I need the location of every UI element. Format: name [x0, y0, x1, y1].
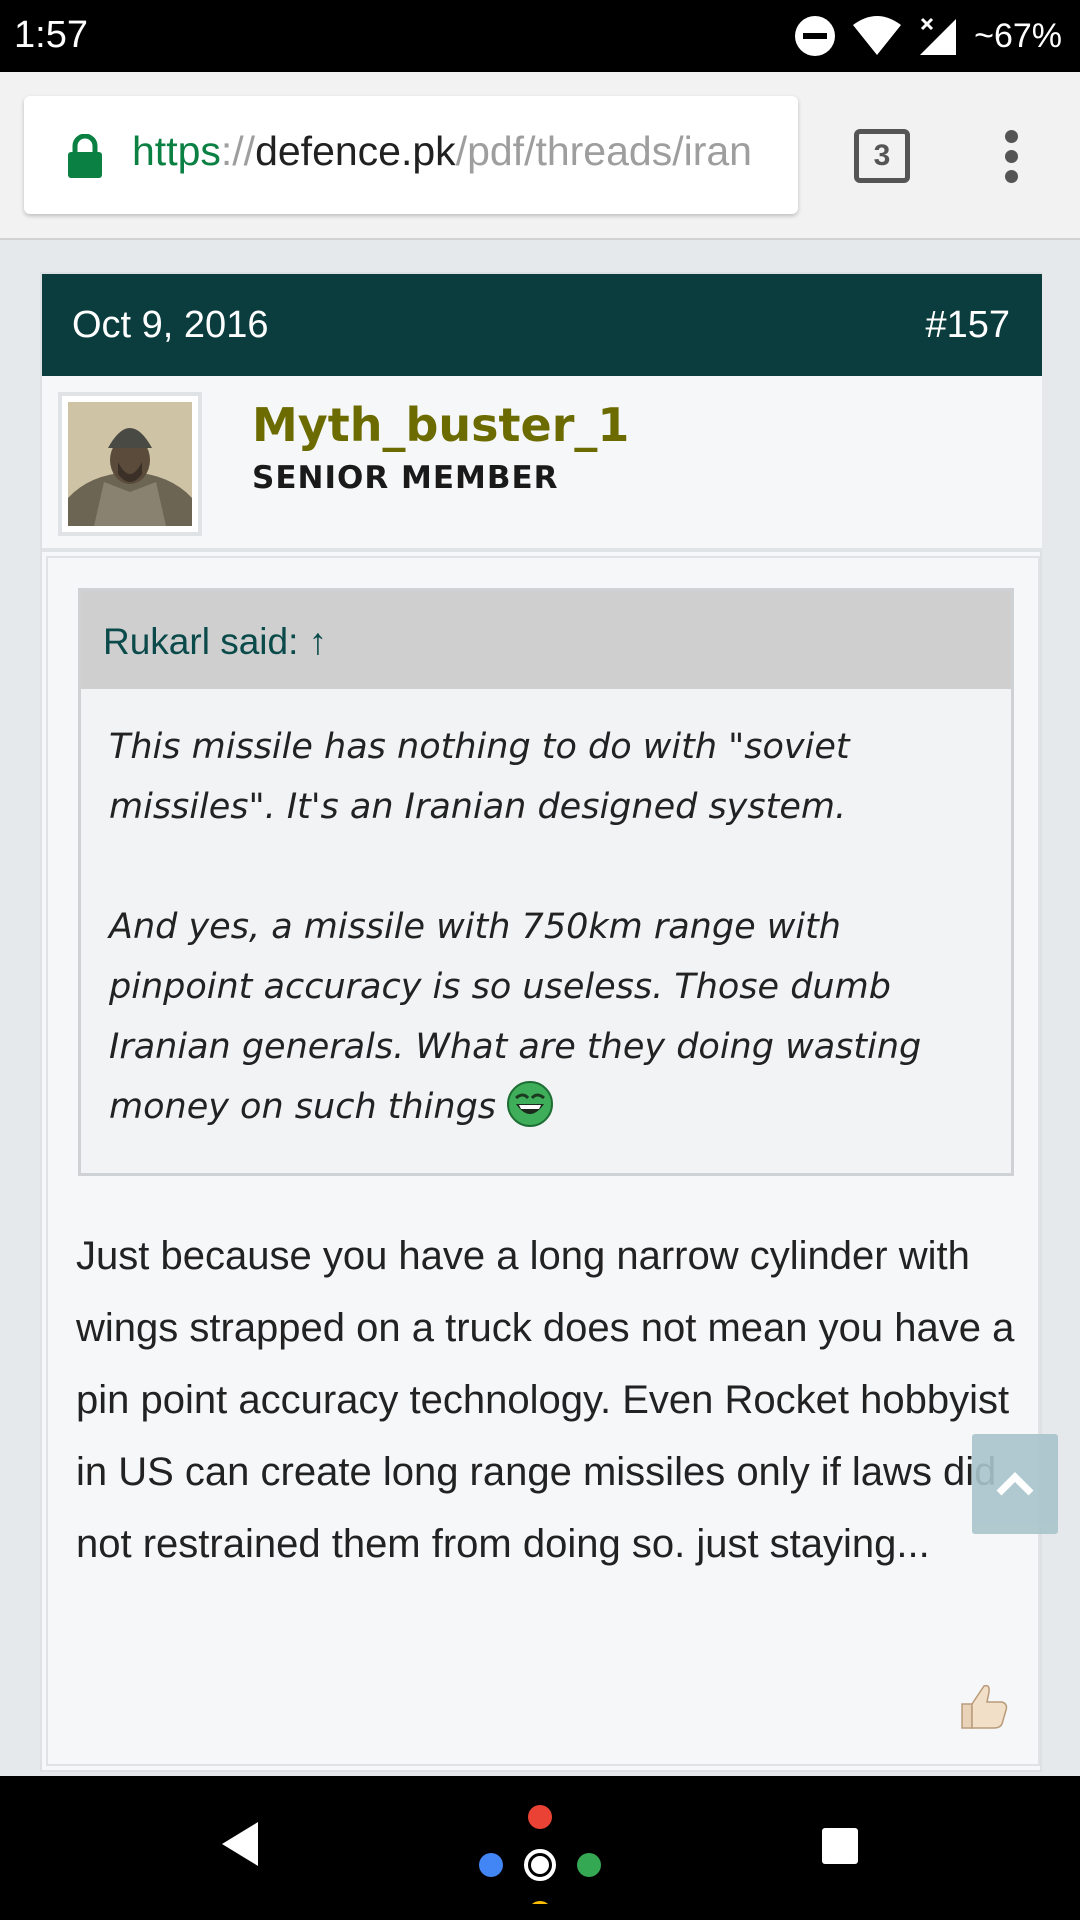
post-number-link[interactable]: #157 — [925, 304, 1010, 347]
post-header: Oct 9, 2016 #157 — [42, 274, 1042, 376]
url-separator: :// — [220, 128, 256, 174]
thumbs-up-icon[interactable] — [958, 1680, 1010, 1732]
quote-block: Rukarl said: ↑ This missile has nothing … — [78, 588, 1014, 1176]
post-body: Rukarl said: ↑ This missile has nothing … — [46, 556, 1040, 1766]
status-bar: 1:57 ~67% — [0, 0, 1080, 72]
quote-author-link[interactable]: Rukarl said: ↑ — [103, 621, 327, 663]
quote-content: This missile has nothing to do with "sov… — [81, 689, 1011, 1173]
avatar[interactable] — [58, 392, 202, 536]
battery-text: ~67% — [974, 16, 1062, 55]
overflow-menu-icon[interactable] — [1000, 130, 1022, 184]
status-icons: ~67% — [794, 10, 1062, 62]
author-title: SENIOR MEMBER — [252, 460, 559, 496]
url-bar[interactable]: https://defence.pk/pdf/threads/iran — [24, 96, 798, 214]
avatar-image — [68, 402, 192, 526]
do-not-disturb-icon — [795, 16, 836, 56]
browser-toolbar: https://defence.pk/pdf/threads/iran 3 — [0, 72, 1080, 240]
status-time: 1:57 — [14, 14, 88, 56]
url-path: /pdf/threads/iran — [455, 128, 752, 174]
quote-header: Rukarl said: ↑ — [81, 591, 1011, 689]
post-author-row: Myth_buster_1 SENIOR MEMBER — [42, 376, 1042, 552]
url-text[interactable]: https://defence.pk/pdf/threads/iran — [132, 128, 792, 175]
quote-paragraph: And yes, a missile with 750km range with… — [109, 897, 983, 1137]
quote-paragraph: This missile has nothing to do with "sov… — [109, 727, 850, 827]
navigation-bar — [0, 1776, 1080, 1920]
lock-icon — [68, 134, 102, 178]
url-host: defence.pk — [255, 128, 456, 174]
tab-switcher-button[interactable]: 3 — [854, 129, 910, 183]
chevron-up-icon — [996, 1472, 1034, 1496]
recents-icon[interactable] — [822, 1828, 858, 1864]
author-name-link[interactable]: Myth_buster_1 — [252, 398, 629, 452]
post-date: Oct 9, 2016 — [72, 304, 269, 346]
wifi-icon — [853, 16, 902, 55]
laughing-smiley-icon — [507, 1081, 554, 1127]
post-message: Just because you have a long narrow cyli… — [76, 1234, 1015, 1566]
home-assistant-icon[interactable] — [470, 1794, 610, 1904]
signal-icon — [920, 17, 957, 55]
forum-post: Oct 9, 2016 #157 Myth_buster_1 SENIOR ME… — [40, 272, 1042, 1772]
back-icon[interactable] — [220, 1820, 260, 1868]
scroll-to-top-button[interactable] — [972, 1434, 1058, 1534]
url-scheme: https — [132, 128, 221, 174]
